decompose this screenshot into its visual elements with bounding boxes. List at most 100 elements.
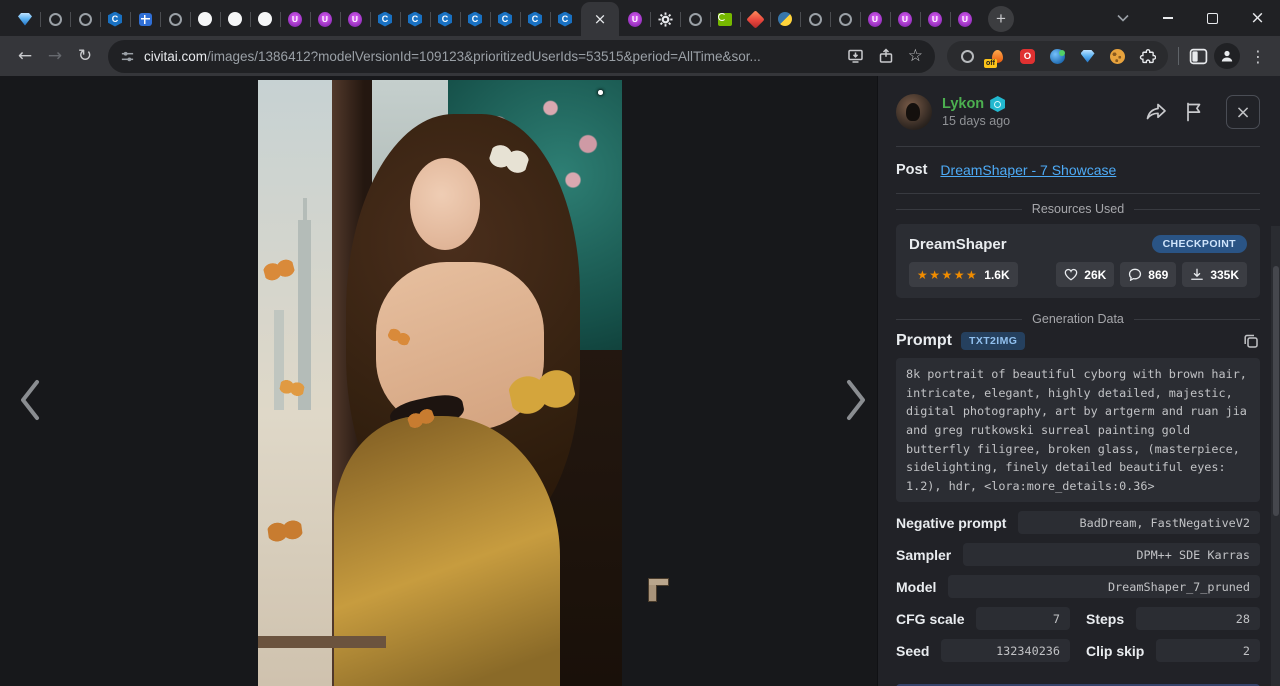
- butterfly: [267, 518, 304, 545]
- globe-extension-icon[interactable]: [959, 48, 976, 65]
- negative-prompt-row: Negative prompt BadDream, FastNegativeV2: [896, 511, 1260, 534]
- comments-pill[interactable]: 869: [1120, 262, 1176, 287]
- image-options-menu-icon[interactable]: [592, 90, 608, 120]
- username-link[interactable]: Lykon: [942, 96, 984, 112]
- model-row: Model DreamShaper_7_pruned: [896, 575, 1260, 598]
- tab-civitai[interactable]: [520, 2, 550, 36]
- tab-udemy[interactable]: [890, 2, 920, 36]
- tab-udemy[interactable]: [310, 2, 340, 36]
- tab-globe[interactable]: [70, 2, 100, 36]
- browser-menu-icon[interactable]: ⋮: [1246, 47, 1270, 66]
- new-tab-button[interactable]: +: [988, 6, 1014, 32]
- tab-globe[interactable]: [680, 2, 710, 36]
- maximize-button[interactable]: [1190, 0, 1235, 36]
- tab-nvidia[interactable]: [710, 2, 740, 36]
- download-manager-extension-icon[interactable]: [1049, 48, 1066, 65]
- forward-button[interactable]: →: [40, 41, 70, 71]
- gem-extension-icon[interactable]: [1079, 48, 1096, 65]
- tab-udemy[interactable]: [280, 2, 310, 36]
- tab-active-civitai-image[interactable]: ×: [581, 2, 619, 36]
- artwork-image[interactable]: [258, 80, 622, 686]
- previous-image-button[interactable]: [8, 376, 52, 424]
- profile-avatar-icon[interactable]: [1214, 43, 1240, 69]
- tab-udemy[interactable]: [860, 2, 890, 36]
- tab-store[interactable]: [130, 2, 160, 36]
- side-panel-icon[interactable]: [1189, 48, 1208, 65]
- tab-github[interactable]: [220, 2, 250, 36]
- details-panel: Lykon 15 days ago ×: [877, 76, 1280, 686]
- tab-udemy[interactable]: [620, 2, 650, 36]
- model-value[interactable]: DreamShaper_7_pruned: [948, 575, 1260, 598]
- civitai-icon: [527, 11, 543, 27]
- tab-python[interactable]: [770, 2, 800, 36]
- tab-civitai[interactable]: [430, 2, 460, 36]
- clip-skip-value[interactable]: 2: [1156, 639, 1260, 662]
- udemy-icon: [627, 11, 643, 27]
- likes-pill[interactable]: 26K: [1056, 262, 1114, 287]
- onetab-extension-icon[interactable]: [1019, 48, 1036, 65]
- copy-prompt-icon[interactable]: [1242, 332, 1260, 350]
- github-icon: [227, 11, 243, 27]
- prompt-text[interactable]: 8k portrait of beautiful cyborg with bro…: [896, 358, 1260, 502]
- window-controls: ×: [1100, 0, 1280, 36]
- tab-civitai[interactable]: [550, 2, 580, 36]
- bookmark-star-icon[interactable]: ☆: [908, 48, 923, 65]
- report-flag-icon[interactable]: [1184, 101, 1204, 123]
- tab-civitai[interactable]: [460, 2, 490, 36]
- reload-button[interactable]: ↻: [70, 41, 100, 71]
- tab-globe[interactable]: [830, 2, 860, 36]
- seed-clipskip-row: Seed 132340236 Clip skip 2: [896, 639, 1260, 662]
- close-panel-button[interactable]: ×: [1226, 95, 1260, 129]
- github-icon: [197, 11, 213, 27]
- post-link[interactable]: DreamShaper - 7 Showcase: [940, 162, 1116, 178]
- tab-civitai[interactable]: [370, 2, 400, 36]
- panel-header: Lykon 15 days ago ×: [896, 76, 1260, 134]
- steps-value[interactable]: 28: [1136, 607, 1260, 630]
- tab-close-icon[interactable]: ×: [594, 12, 607, 27]
- tab-udemy[interactable]: [340, 2, 370, 36]
- tab-github[interactable]: [250, 2, 280, 36]
- address-bar[interactable]: civitai.com/images/1386412?modelVersionI…: [108, 40, 935, 73]
- back-button[interactable]: ←: [10, 41, 40, 71]
- user-avatar[interactable]: [896, 94, 932, 130]
- next-image-button[interactable]: [834, 376, 878, 424]
- share-icon[interactable]: [1144, 101, 1168, 123]
- url-text[interactable]: civitai.com/images/1386412?modelVersionI…: [144, 49, 833, 64]
- tab-settings[interactable]: [650, 2, 680, 36]
- udemy-icon: [897, 11, 913, 27]
- tab-civitai[interactable]: [490, 2, 520, 36]
- tab-civitai[interactable]: [100, 2, 130, 36]
- udemy-icon: [957, 11, 973, 27]
- negative-prompt-value[interactable]: BadDream, FastNegativeV2: [1018, 511, 1260, 534]
- extensions-puzzle-icon[interactable]: [1139, 48, 1156, 65]
- tab-globe[interactable]: [800, 2, 830, 36]
- site-info-icon[interactable]: [120, 49, 135, 64]
- tab-globe[interactable]: [40, 2, 70, 36]
- cfg-scale-value[interactable]: 7: [976, 607, 1070, 630]
- tab-search-chevron-icon[interactable]: [1100, 0, 1145, 36]
- minimize-button[interactable]: [1145, 0, 1190, 36]
- toolbar-divider: [1178, 47, 1179, 65]
- tab-udemy[interactable]: [950, 2, 980, 36]
- downloads-pill[interactable]: 335K: [1182, 262, 1247, 287]
- tab-globe[interactable]: [160, 2, 190, 36]
- install-app-icon[interactable]: [847, 48, 864, 64]
- window-close-button[interactable]: ×: [1235, 0, 1280, 36]
- tab-gem[interactable]: [10, 2, 40, 36]
- resource-card[interactable]: DreamShaper CHECKPOINT ★★★★★ 1.6K 26K: [896, 224, 1260, 298]
- sampler-row: Sampler DPM++ SDE Karras: [896, 543, 1260, 566]
- rating-pill[interactable]: ★★★★★ 1.6K: [909, 262, 1018, 287]
- sampler-value[interactable]: DPM++ SDE Karras: [963, 543, 1260, 566]
- panel-scrollbar[interactable]: [1271, 226, 1280, 686]
- seed-value[interactable]: 132340236: [941, 639, 1070, 662]
- tab-github[interactable]: [190, 2, 220, 36]
- panel-scrollbar-thumb[interactable]: [1273, 266, 1279, 516]
- heart-icon: [1064, 268, 1078, 281]
- cookie-extension-icon[interactable]: [1109, 48, 1126, 65]
- tab-civitai[interactable]: [400, 2, 430, 36]
- share-page-icon[interactable]: [878, 48, 894, 64]
- tab-udemy[interactable]: [920, 2, 950, 36]
- resource-name[interactable]: DreamShaper: [909, 236, 1007, 253]
- tab-git[interactable]: [740, 2, 770, 36]
- fire-extension-icon[interactable]: off: [989, 48, 1006, 65]
